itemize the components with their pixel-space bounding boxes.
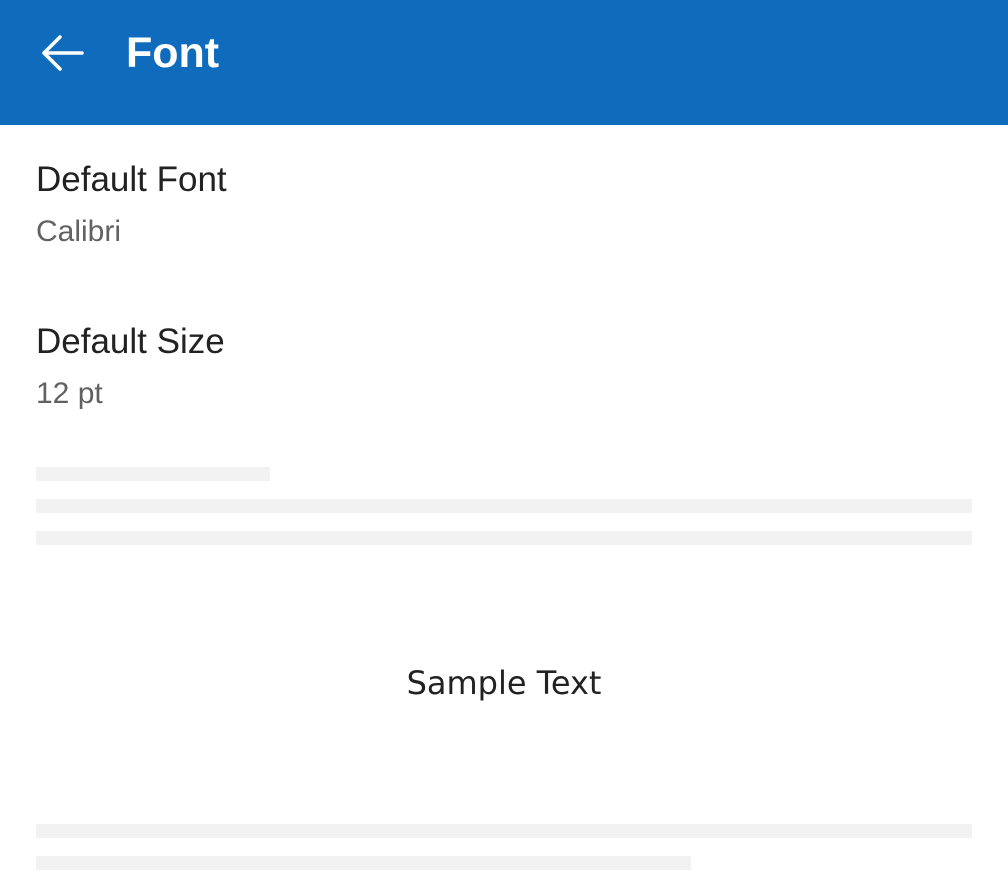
placeholder-bar bbox=[36, 499, 972, 513]
default-font-value: Calibri bbox=[36, 215, 122, 248]
placeholder-bar-partial bbox=[36, 856, 691, 870]
default-font-setting[interactable]: Default Font Calibri bbox=[0, 130, 1008, 280]
default-size-setting[interactable]: Default Size 12 pt bbox=[0, 292, 1008, 442]
default-size-label: Default Size bbox=[36, 322, 225, 361]
sample-text-preview: Sample Text bbox=[406, 664, 602, 702]
placeholder-bar bbox=[36, 531, 972, 545]
default-size-value: 12 pt bbox=[36, 377, 103, 410]
app-bar: Font bbox=[0, 0, 1008, 125]
page-title: Font bbox=[126, 29, 220, 77]
arrow-left-icon bbox=[42, 35, 84, 71]
font-settings-screen: Font Default Font Calibri Default Size 1… bbox=[0, 0, 1008, 886]
placeholder-bar-short bbox=[36, 467, 270, 481]
back-button[interactable] bbox=[26, 19, 98, 87]
default-font-label: Default Font bbox=[36, 160, 227, 199]
placeholder-bar bbox=[36, 824, 972, 838]
